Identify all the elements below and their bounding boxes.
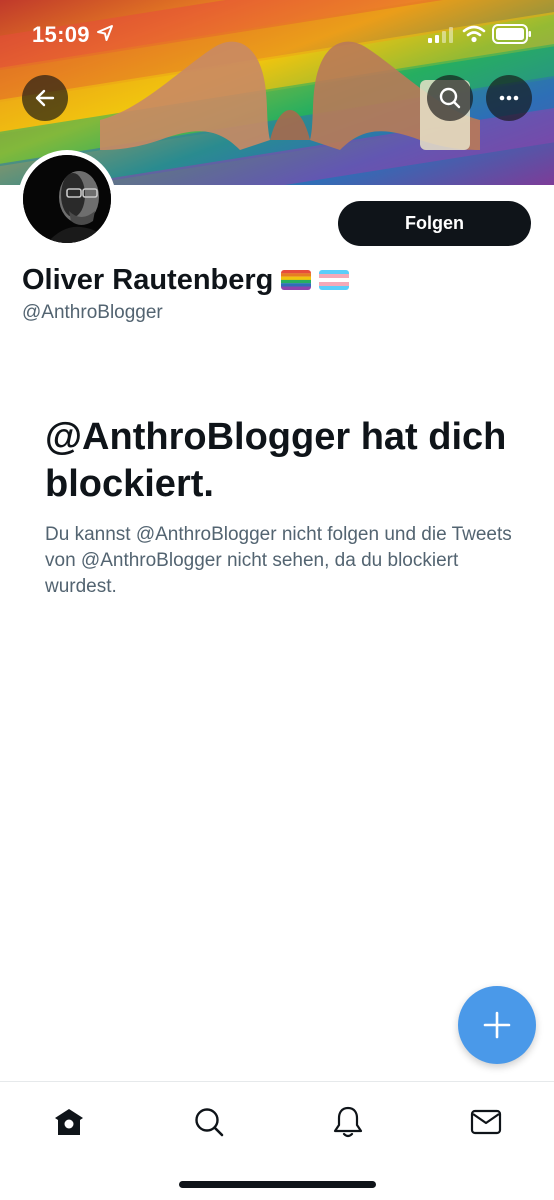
status-time: 15:09 [32, 22, 90, 47]
display-name: Oliver Rautenberg [22, 263, 274, 296]
envelope-icon [470, 1109, 502, 1135]
home-icon [55, 1109, 83, 1135]
tab-messages[interactable] [466, 1102, 506, 1142]
avatar[interactable] [18, 150, 116, 248]
profile-name-row: Oliver Rautenberg [22, 260, 350, 300]
tab-search[interactable] [189, 1102, 229, 1142]
search-icon [195, 1108, 224, 1137]
follow-button[interactable]: Folgen [338, 201, 531, 246]
rainbow-flag-icon [281, 270, 312, 290]
bell-icon [333, 1106, 363, 1138]
tab-notifications[interactable] [328, 1102, 368, 1142]
cellular-signal-icon [428, 27, 453, 43]
home-indicator[interactable] [179, 1181, 376, 1188]
transgender-flag-icon [319, 270, 350, 290]
back-button[interactable] [22, 75, 68, 121]
compose-tweet-button[interactable] [458, 986, 536, 1064]
location-arrow-icon [97, 25, 113, 41]
more-button[interactable] [486, 75, 532, 121]
avatar-image [23, 155, 111, 243]
blocked-description: Du kannst @AnthroBlogger nicht folgen un… [45, 524, 512, 597]
tab-home[interactable] [49, 1102, 89, 1142]
status-bar: 15:09 [0, 0, 554, 70]
blocked-title: @AnthroBlogger hat dich blockiert. [45, 416, 507, 505]
back-arrow-icon [35, 89, 55, 107]
search-icon [439, 87, 461, 109]
more-icon [499, 95, 519, 101]
wifi-icon [462, 25, 486, 43]
plus-icon [483, 1011, 511, 1039]
search-button[interactable] [427, 75, 473, 121]
profile-handle: @AnthroBlogger [22, 302, 163, 323]
battery-icon [492, 24, 531, 44]
